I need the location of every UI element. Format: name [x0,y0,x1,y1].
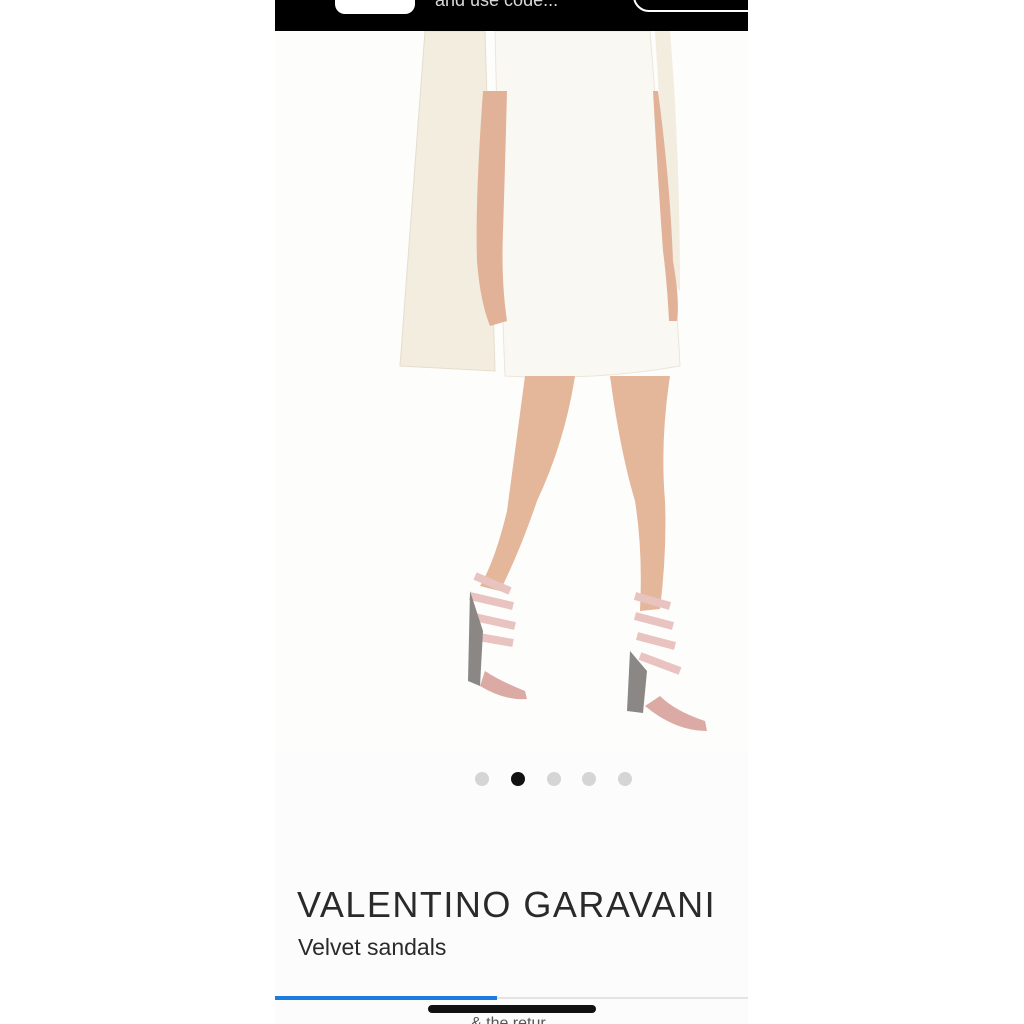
gallery-pagination [275,772,748,788]
gallery-dot[interactable] [618,772,632,786]
screen: and use code... VALENTINO GARAVANI Velve… [0,0,1024,1024]
page-progress-bar [275,996,748,1000]
product-page: and use code... VALENTINO GARAVANI Velve… [275,0,748,1024]
banner-text: and use code... [435,0,559,10]
returns-info-text: & the retur... [471,1015,559,1024]
gallery-dot[interactable] [582,772,596,786]
banner-pill-button[interactable] [335,0,415,14]
gallery-dot[interactable] [547,772,561,786]
product-name: Velvet sandals [298,934,447,960]
product-photo-illustration [399,31,707,731]
product-image[interactable] [275,31,748,751]
banner-outline-button[interactable] [633,0,748,12]
gallery-dot[interactable] [511,772,525,786]
home-indicator[interactable] [428,1005,596,1013]
page-progress-fill [275,996,498,1000]
promo-banner[interactable]: and use code... [275,0,748,31]
gallery-dot[interactable] [475,772,489,786]
product-brand[interactable]: VALENTINO GARAVANI [297,884,716,926]
